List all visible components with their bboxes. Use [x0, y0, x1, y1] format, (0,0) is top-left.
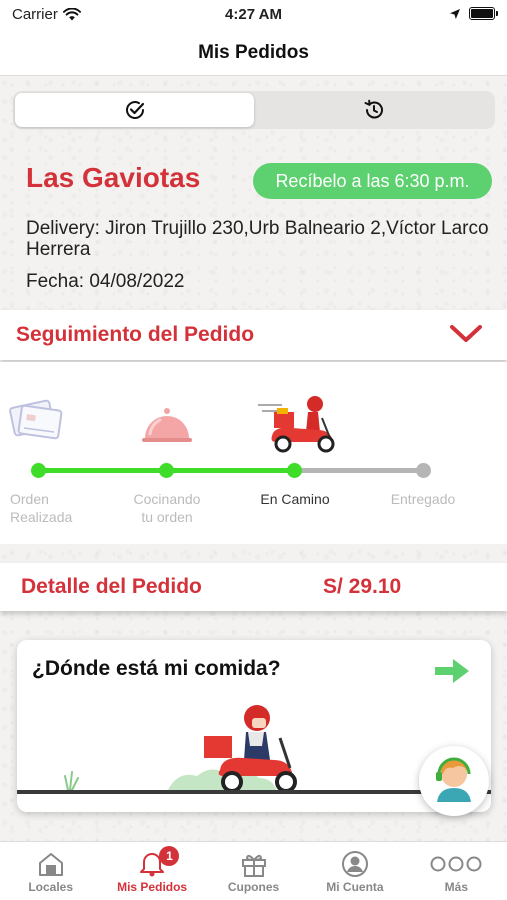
tab-label-mis-pedidos: Mis Pedidos	[117, 880, 188, 894]
delivery-scooter-icon	[258, 396, 335, 453]
tab-locales[interactable]: Locales	[0, 842, 101, 900]
support-agent-icon	[436, 757, 471, 802]
step-label-delivered: Entregado	[390, 491, 456, 507]
progress-segment-1	[40, 468, 165, 473]
order-total: S/ 29.10	[323, 575, 402, 598]
gift-icon	[241, 854, 266, 877]
page-title: Mis Pedidos	[198, 42, 309, 63]
order-detail-title: Detalle del Pedido	[21, 575, 202, 598]
food-cloche-icon	[142, 408, 192, 442]
segment-area	[0, 77, 507, 142]
step-label-cooking: Cocinando tu orden	[133, 491, 201, 525]
tab-cupones[interactable]: Cupones	[203, 842, 304, 900]
tab-label-mi-cuenta: Mi Cuenta	[326, 880, 384, 894]
step-dot-delivered	[416, 463, 431, 478]
notification-badge: 1	[159, 846, 180, 866]
tab-label-cupones: Cupones	[227, 880, 280, 894]
battery-icon	[469, 7, 498, 20]
tab-label-mas: Más	[444, 880, 468, 894]
support-agent-button[interactable]	[419, 746, 489, 816]
status-bar: Carrier 4:27 AM	[0, 0, 507, 30]
navigation-bar: Mis Pedidos	[0, 30, 507, 76]
segment-order-history[interactable]	[254, 93, 493, 127]
card-title: ¿Dónde está mi comida?	[32, 657, 281, 680]
progress-segment-3	[296, 468, 423, 473]
delivery-rider-illustration	[204, 705, 297, 793]
segment-active-orders[interactable]	[15, 93, 254, 127]
check-circle-icon	[125, 101, 144, 119]
order-info-section: Las Gaviotas Recíbelo a las 6:30 p.m. De…	[0, 142, 507, 310]
more-icon	[430, 856, 482, 871]
step-dot-cooking	[159, 463, 174, 478]
chevron-down-icon[interactable]	[449, 323, 483, 345]
location-arrow-icon	[450, 8, 460, 19]
order-segmented-control	[13, 91, 495, 129]
credit-card-icon	[9, 399, 63, 440]
history-icon	[364, 99, 383, 119]
step-dot-on-the-way	[287, 463, 302, 478]
tab-mis-pedidos[interactable]: 1 Mis Pedidos	[101, 842, 202, 900]
grass-illustration	[64, 771, 79, 790]
tracking-title: Seguimiento del Pedido	[16, 323, 255, 346]
step-label-on-the-way: En Camino	[260, 491, 330, 507]
eta-badge: Recíbelo a las 6:30 p.m.	[253, 163, 492, 199]
tracking-header[interactable]: Seguimiento del Pedido	[0, 310, 507, 360]
arrow-right-icon[interactable]	[433, 657, 471, 685]
tab-mi-cuenta[interactable]: Mi Cuenta	[304, 842, 405, 900]
step-label-ordered: Orden Realizada	[10, 491, 73, 525]
tab-mas[interactable]: Más	[406, 842, 507, 900]
status-time: 4:27 AM	[225, 6, 282, 23]
tab-label-locales: Locales	[28, 880, 74, 894]
tab-bar: Locales 1 Mis Pedidos Cupones Mi Cuenta …	[0, 841, 507, 900]
store-icon	[38, 852, 63, 876]
order-detail-bar[interactable]: Detalle del Pedido S/ 29.10	[0, 563, 507, 611]
order-date: Fecha: 04/08/2022	[26, 271, 185, 292]
delivery-address: Delivery: Jiron Trujillo 230,Urb Balnear…	[26, 218, 489, 260]
tracking-timeline: Orden Realizada Cocinando tu orden En Ca…	[0, 362, 507, 544]
progress-segment-2	[168, 468, 293, 473]
store-name: Las Gaviotas	[26, 162, 201, 193]
user-icon	[341, 850, 368, 877]
step-dot-ordered	[31, 463, 46, 478]
